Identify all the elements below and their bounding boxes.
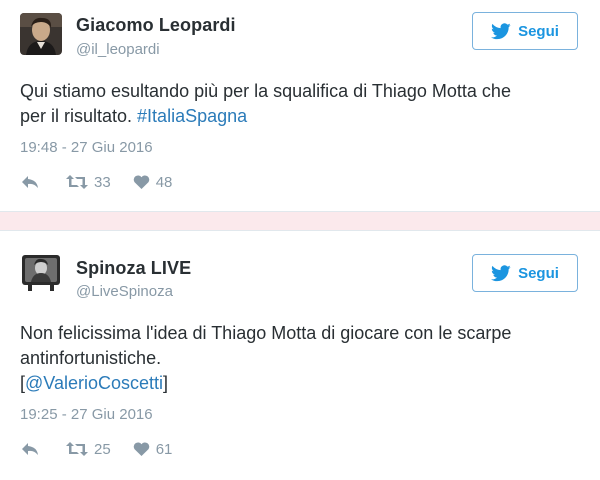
tweet-actions: 33 48	[20, 172, 172, 192]
hashtag-link[interactable]: #ItaliaSpagna	[137, 106, 247, 126]
like-count: 61	[155, 440, 173, 458]
heart-icon	[133, 175, 149, 189]
timestamp[interactable]: 19:48 - 27 Giu 2016	[20, 139, 153, 156]
retweet-count: 25	[94, 440, 111, 458]
twitter-bird-icon	[491, 22, 511, 39]
reply-icon	[22, 176, 38, 188]
retweet-icon	[66, 175, 88, 189]
timestamp[interactable]: 19:25 - 27 Giu 2016	[20, 406, 153, 423]
retweet-button[interactable]: 25	[66, 441, 111, 458]
user-handle[interactable]: @il_leopardi	[76, 41, 160, 58]
like-button[interactable]: 61	[133, 440, 173, 458]
reply-button[interactable]	[20, 174, 40, 190]
tweet-card: Spinoza LIVE @LiveSpinoza Segui Non feli…	[0, 230, 600, 480]
bracket-close: ]	[163, 373, 169, 393]
tweet-text: Non felicissima l'idea di Thiago Motta d…	[20, 321, 580, 396]
tweet-card: Giacomo Leopardi @il_leopardi Segui Qui …	[0, 0, 600, 212]
tweet-text-line: per il risultato. #ItaliaSpagna	[20, 104, 580, 129]
follow-button[interactable]: Segui	[472, 254, 578, 292]
retweet-button[interactable]: 33	[66, 174, 111, 191]
tweet-text-fragment: per il risultato.	[20, 106, 138, 126]
like-count: 48	[155, 173, 173, 191]
heart-icon	[133, 442, 149, 456]
follow-button[interactable]: Segui	[472, 12, 578, 50]
like-button[interactable]: 48	[133, 173, 173, 191]
tweet-text-line: antinfortunistiche.	[20, 348, 162, 368]
tweet-text-line: [@ValerioCoscetti]	[20, 371, 580, 396]
retweet-icon	[66, 442, 88, 456]
tweet-separator	[0, 212, 600, 230]
display-name[interactable]: Spinoza LIVE	[76, 258, 191, 279]
avatar[interactable]	[20, 253, 62, 295]
reply-button[interactable]	[20, 441, 40, 457]
display-name[interactable]: Giacomo Leopardi	[76, 15, 236, 36]
tweet-text-line: Non felicissima l'idea di Thiago Motta d…	[20, 323, 512, 343]
tweet-text-line: Qui stiamo esultando più per la squalifi…	[20, 81, 511, 101]
retweet-count: 33	[94, 173, 111, 191]
follow-label: Segui	[518, 264, 559, 282]
avatar[interactable]	[20, 13, 62, 55]
reply-icon	[22, 443, 38, 455]
tweet-actions: 25 61	[20, 439, 172, 459]
mention-link[interactable]: @ValerioCoscetti	[25, 373, 163, 393]
follow-label: Segui	[518, 22, 559, 40]
tweet-text: Qui stiamo esultando più per la squalifi…	[20, 79, 580, 129]
twitter-bird-icon	[491, 264, 511, 281]
user-handle[interactable]: @LiveSpinoza	[76, 283, 173, 300]
